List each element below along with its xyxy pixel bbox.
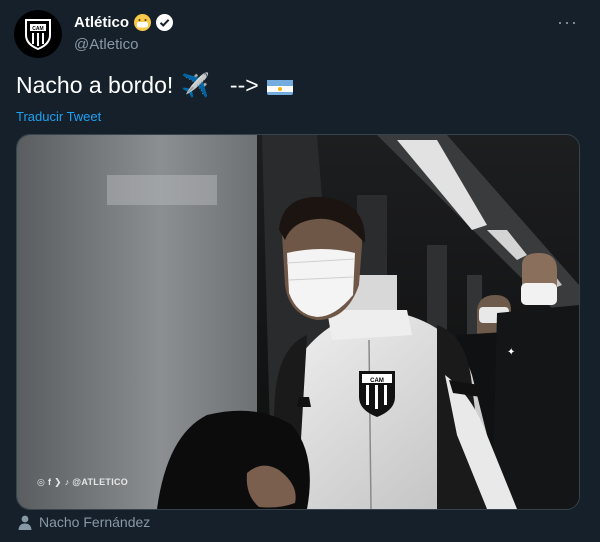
arrow-text: --> bbox=[229, 72, 259, 98]
tweet-text: Nacho a bordo! ✈️ --> bbox=[16, 72, 293, 99]
puma-logo: ✦ bbox=[507, 347, 515, 358]
airplane-emoji: ✈️ bbox=[181, 72, 210, 98]
handle[interactable]: @Atletico bbox=[74, 36, 138, 53]
tagged-user-name: Nacho Fernández bbox=[39, 514, 151, 530]
verified-badge-icon bbox=[156, 14, 174, 31]
jacket-crest-text: CAM bbox=[370, 378, 384, 384]
tagged-user[interactable]: Nacho Fernández bbox=[18, 514, 150, 530]
more-icon[interactable]: ··· bbox=[557, 12, 578, 33]
photo-scene: ✦ CAM bbox=[17, 135, 579, 509]
social-handles-watermark: ◎ f ❯ ♪ @ATLETICO bbox=[37, 477, 128, 488]
club-crest-icon: CAM bbox=[25, 19, 51, 50]
tweet-text-main: Nacho a bordo! bbox=[16, 72, 174, 98]
tweet: CAM Atlético @Atletico ··· Nacho a bordo… bbox=[0, 0, 600, 542]
crest-text: CAM bbox=[32, 26, 43, 32]
watermark-handle: @ATLETICO bbox=[72, 477, 129, 487]
argentina-flag-icon bbox=[266, 77, 293, 95]
face-with-mask-emoji bbox=[134, 14, 152, 31]
avatar[interactable]: CAM bbox=[14, 10, 62, 58]
display-name[interactable]: Atlético bbox=[74, 14, 129, 31]
social-icons: ◎ f ❯ ♪ bbox=[37, 477, 73, 487]
tweet-photo[interactable]: ✦ CAM ◎ f ❯ ♪ @ATLETICO bbox=[16, 134, 580, 510]
translate-tweet-link[interactable]: Traducir Tweet bbox=[16, 109, 101, 124]
person-icon bbox=[18, 515, 32, 530]
name-row: Atlético bbox=[74, 14, 174, 31]
